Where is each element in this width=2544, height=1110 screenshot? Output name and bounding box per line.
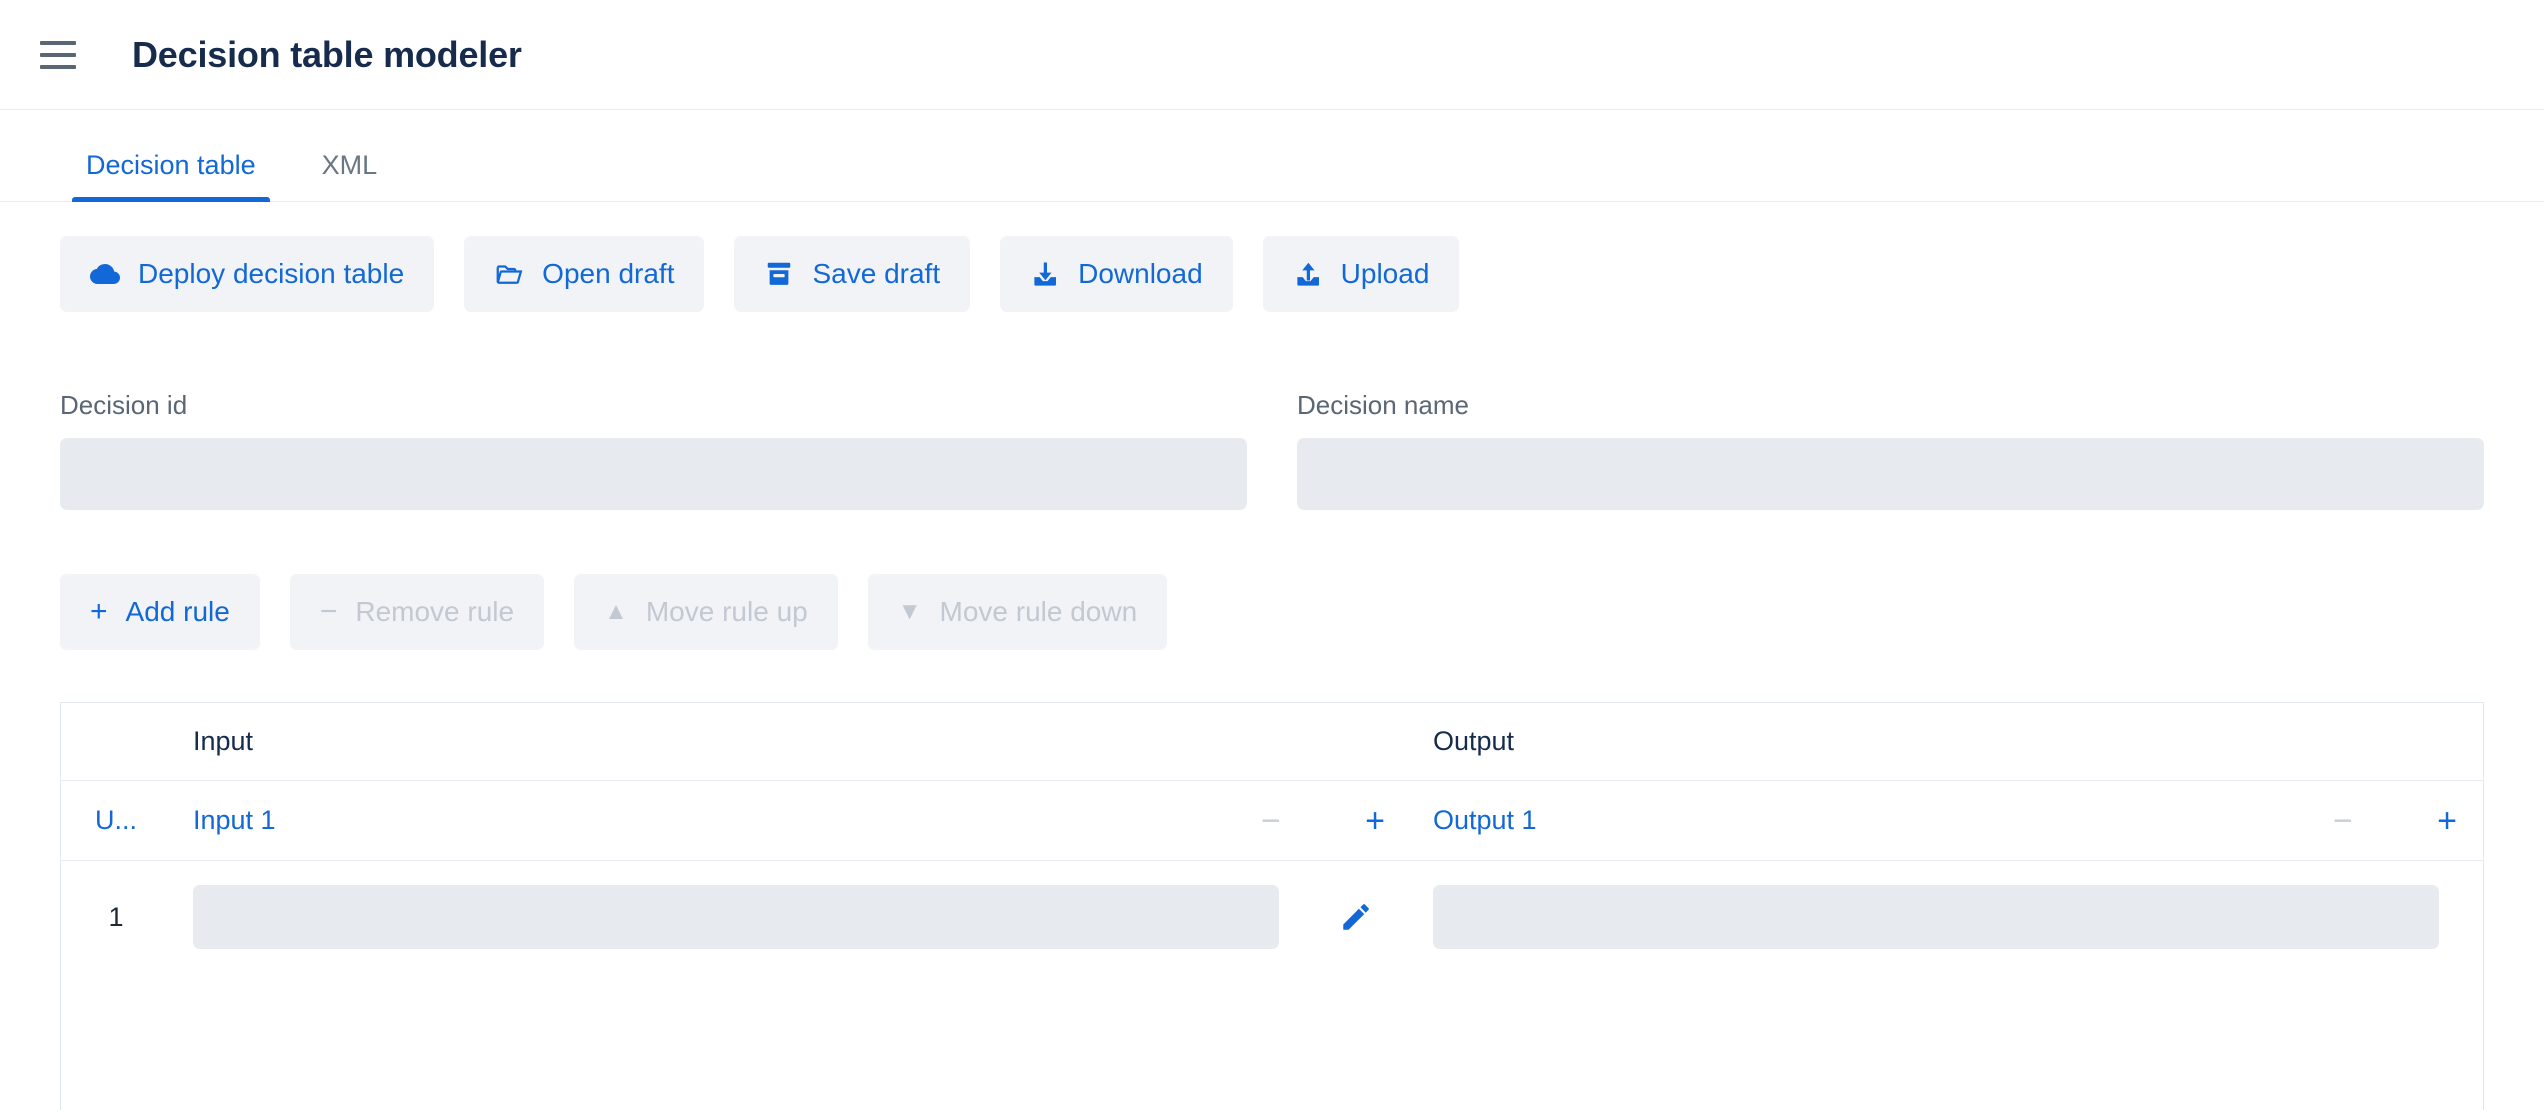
decision-table: Input Output U... Input 1 − + Output 1 xyxy=(60,702,2484,1110)
button-label: Remove rule xyxy=(355,596,514,628)
input-group-section: Input xyxy=(171,726,1411,757)
rule-output-cell xyxy=(1411,885,2483,949)
decision-meta-fields: Decision id Decision name xyxy=(0,312,2544,510)
hamburger-bar xyxy=(40,65,76,69)
open-draft-button[interactable]: Open draft xyxy=(464,236,704,312)
triangle-up-icon: ▲ xyxy=(604,600,628,624)
upload-button[interactable]: Upload xyxy=(1263,236,1460,312)
move-rule-down-button[interactable]: ▼ Move rule down xyxy=(868,574,1167,650)
button-label: Add rule xyxy=(126,596,230,628)
folder-icon xyxy=(494,259,524,289)
tab-bar: Decision table XML xyxy=(0,110,2544,202)
rule-actions-toolbar: + Add rule − Remove rule ▲ Move rule up … xyxy=(0,510,2544,650)
table-row[interactable]: 1 xyxy=(61,861,2483,973)
minus-icon: − xyxy=(320,597,338,627)
upload-icon xyxy=(1293,259,1323,289)
decision-name-input[interactable] xyxy=(1297,438,2484,510)
button-label: Deploy decision table xyxy=(138,258,404,290)
rule-index-cell: 1 xyxy=(61,902,171,933)
output-group-section: Output xyxy=(1411,726,2483,757)
tab-label: Decision table xyxy=(86,150,256,180)
decision-id-label: Decision id xyxy=(60,390,1247,421)
decision-name-label: Decision name xyxy=(1297,390,2484,421)
hamburger-bar xyxy=(40,53,76,57)
remove-input-column-button[interactable]: − xyxy=(1261,804,1281,838)
button-label: Upload xyxy=(1341,258,1430,290)
input-column-1-link[interactable]: Input 1 xyxy=(193,805,276,836)
output-group-label: Output xyxy=(1433,726,1514,757)
tab-xml[interactable]: XML xyxy=(308,150,392,201)
output-group-header: Output xyxy=(1411,726,2333,757)
page-title: Decision table modeler xyxy=(132,34,522,76)
tab-label: XML xyxy=(322,150,378,180)
button-label: Save draft xyxy=(812,258,940,290)
tab-decision-table[interactable]: Decision table xyxy=(72,150,270,201)
pencil-icon xyxy=(1339,900,1373,934)
rule-input-1-value[interactable] xyxy=(193,885,1279,949)
input-column-header: Input 1 xyxy=(171,805,1261,836)
cloud-icon xyxy=(90,259,120,289)
document-toolbar: Deploy decision table Open draft Save dr… xyxy=(0,202,2544,312)
add-input-column-button[interactable]: + xyxy=(1365,804,1385,838)
add-output-column-button[interactable]: + xyxy=(2437,804,2457,838)
button-label: Move rule up xyxy=(646,596,808,628)
input-group-label: Input xyxy=(193,726,253,757)
remove-output-column-button[interactable]: − xyxy=(2333,804,2353,838)
decision-id-input[interactable] xyxy=(60,438,1247,510)
decision-name-field-group: Decision name xyxy=(1297,390,2484,510)
plus-icon: + xyxy=(90,597,108,627)
hamburger-bar xyxy=(40,41,76,45)
rule-input-cell xyxy=(171,885,1301,949)
input-column-controls: − + xyxy=(1261,804,1411,838)
app-header: Decision table modeler xyxy=(0,0,2544,110)
remove-rule-button[interactable]: − Remove rule xyxy=(290,574,544,650)
edit-rule-button[interactable] xyxy=(1301,900,1411,934)
button-label: Open draft xyxy=(542,258,674,290)
output-column-1-link[interactable]: Output 1 xyxy=(1433,805,1537,836)
save-icon xyxy=(764,259,794,289)
table-group-header-row: Input Output xyxy=(61,703,2483,781)
download-icon xyxy=(1030,259,1060,289)
input-group-header: Input xyxy=(171,726,1261,757)
output-column-header: Output 1 xyxy=(1411,805,2333,836)
deploy-decision-table-button[interactable]: Deploy decision table xyxy=(60,236,434,312)
move-rule-up-button[interactable]: ▲ Move rule up xyxy=(574,574,838,650)
rule-output-section xyxy=(1411,885,2483,949)
hit-policy-cell[interactable]: U... xyxy=(61,805,171,836)
button-label: Download xyxy=(1078,258,1203,290)
output-column-controls: − + xyxy=(2333,804,2483,838)
triangle-down-icon: ▼ xyxy=(898,600,922,624)
download-button[interactable]: Download xyxy=(1000,236,1233,312)
hamburger-menu-icon[interactable] xyxy=(40,32,86,78)
output-columns-section: Output 1 − + xyxy=(1411,804,2483,838)
rule-output-1-value[interactable] xyxy=(1433,885,2439,949)
add-rule-button[interactable]: + Add rule xyxy=(60,574,260,650)
decision-id-field-group: Decision id xyxy=(60,390,1247,510)
button-label: Move rule down xyxy=(940,596,1138,628)
save-draft-button[interactable]: Save draft xyxy=(734,236,970,312)
table-column-header-row: U... Input 1 − + Output 1 − + xyxy=(61,781,2483,861)
input-columns-section: Input 1 − + xyxy=(171,804,1411,838)
rule-input-section xyxy=(171,885,1411,949)
